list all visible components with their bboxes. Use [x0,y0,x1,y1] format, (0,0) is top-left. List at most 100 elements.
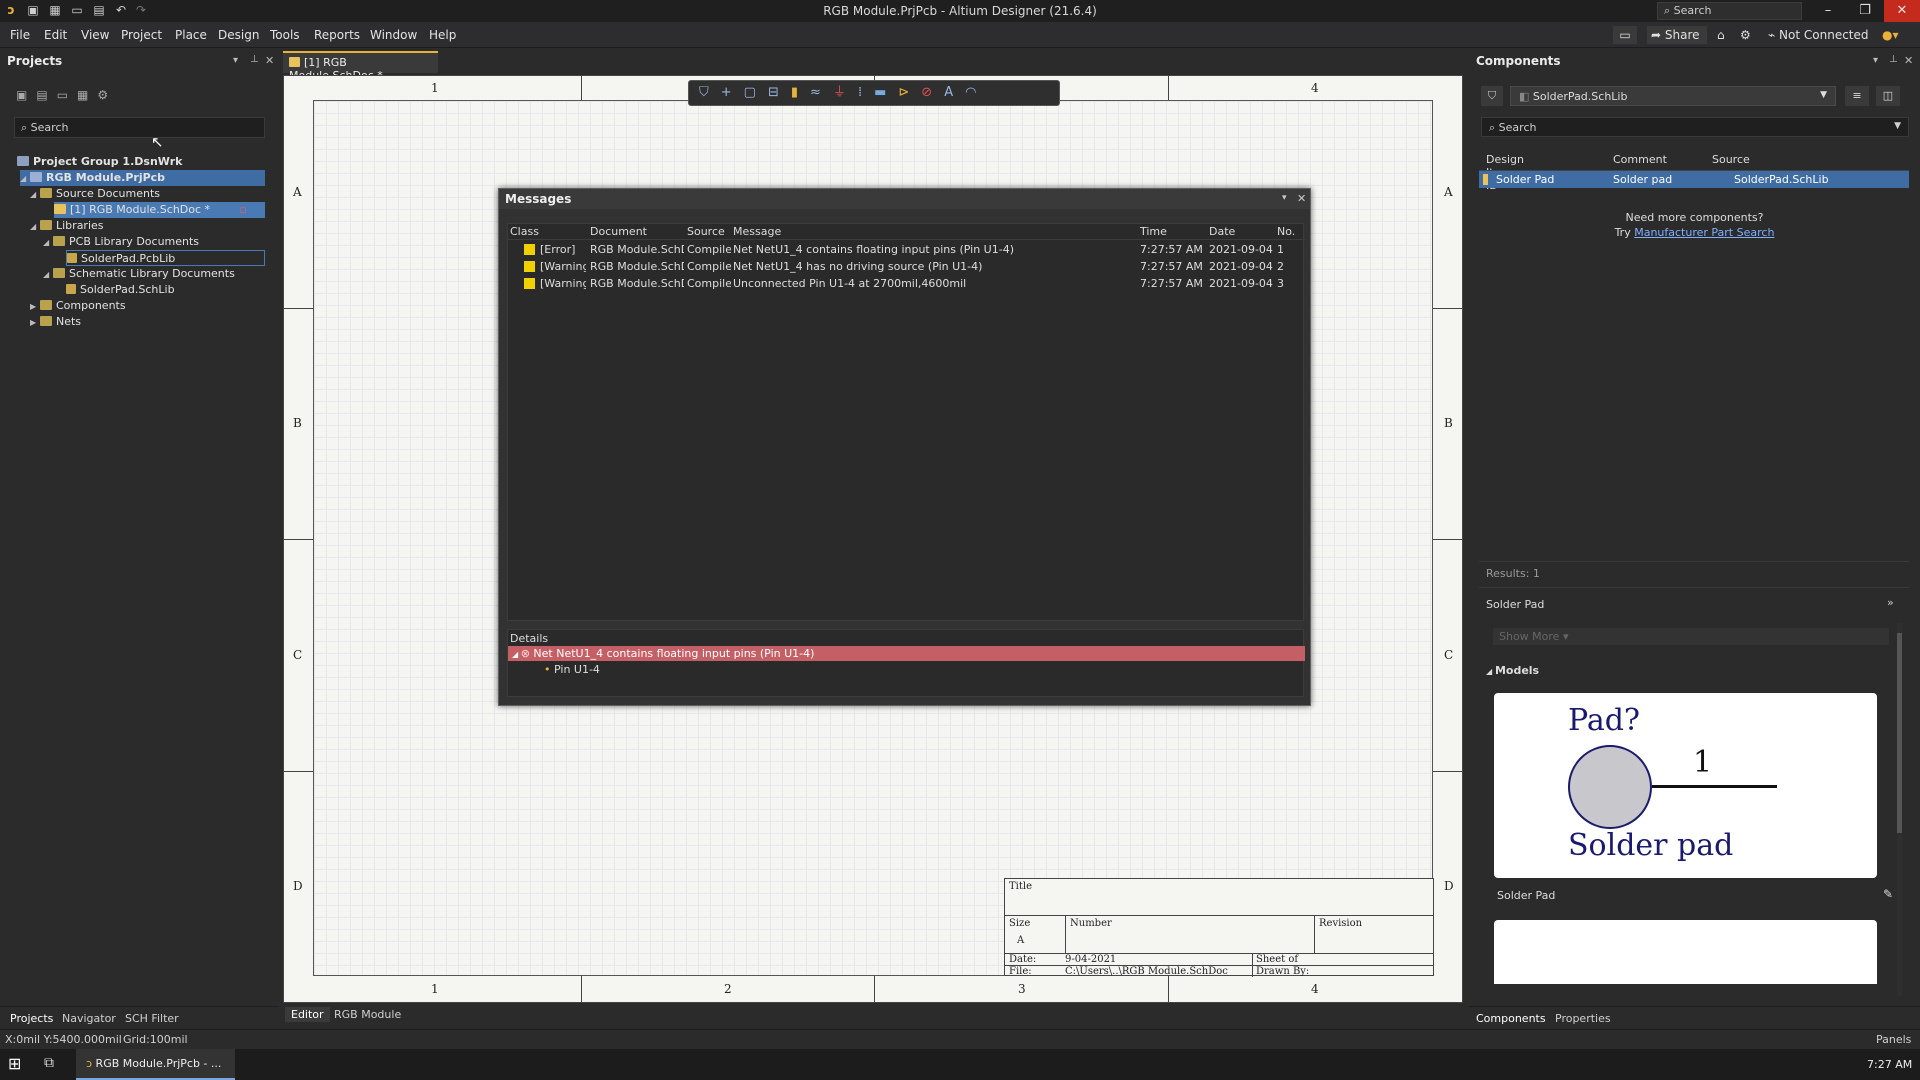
menu-reports[interactable]: Reports [314,28,360,42]
pin-icon[interactable]: ⊥ [250,54,259,65]
menu-window[interactable]: Window [370,28,417,42]
directive-icon[interactable]: ⊘ [921,85,944,100]
collapse-arrow-icon[interactable]: ◢ [30,187,40,203]
detail-error-row[interactable]: ◢ ⊗ Net NetU1_4 contains floating input … [508,646,1305,661]
manufacturer-part-search-link[interactable]: Manufacturer Part Search [1634,226,1774,239]
tab-components[interactable]: Components [1476,1012,1546,1025]
models-section-header[interactable]: ◢ Models [1486,664,1539,677]
filter-button[interactable]: ⛉ [1481,86,1503,106]
pin-icon[interactable]: ⊥ [1889,54,1898,65]
column-header-source[interactable]: Source [687,224,725,240]
menu-view[interactable]: View [81,28,109,42]
arc-icon[interactable]: ◠ [965,85,988,100]
close-project-icon[interactable]: ▦ [77,88,97,102]
column-header-time[interactable]: Time [1140,224,1167,240]
menu-file[interactable]: File [10,28,30,42]
tab-rgb-module[interactable]: RGB Module [334,1008,401,1021]
tree-item-schlib[interactable]: SolderPad.SchLib [66,282,175,298]
collapse-arrow-icon[interactable]: ◢ [30,219,40,235]
harness-icon[interactable]: ▬ [874,85,898,100]
align-icon[interactable]: ⊟ [768,85,791,100]
tab-projects[interactable]: Projects [10,1012,53,1025]
bus-icon[interactable]: ⁞ [858,85,874,100]
panel-menu-icon[interactable]: ▾ [1282,193,1287,203]
menu-help[interactable]: Help [429,28,456,42]
close-button[interactable]: ✕ [1884,0,1920,22]
connection-status[interactable]: ⌁ Not Connected [1768,26,1869,44]
tree-item-pcb-library-documents[interactable]: ◢ PCB Library Documents [43,234,199,250]
tree-item-project-group[interactable]: Project Group 1.DsnWrk [17,154,182,170]
tab-navigator[interactable]: Navigator [62,1012,116,1025]
gnd-port-icon[interactable]: ⏚ [833,85,858,100]
menu-edit[interactable]: Edit [44,28,67,42]
windows-start-icon[interactable]: ⊞ [8,1054,21,1073]
open-folder-icon[interactable]: ▭ [57,88,77,102]
components-search-input[interactable]: ⌕ Search ▼ [1481,117,1909,137]
wire-icon[interactable]: ≈ [810,85,833,100]
panels-button[interactable]: Panels [1876,1033,1911,1046]
collapse-arrow-icon[interactable]: ◢ [43,267,53,283]
component-row[interactable]: Solder Pad Solder pad SolderPad.SchLib [1479,171,1909,188]
share-button[interactable]: ➦ Share [1647,26,1707,44]
tree-item-schdoc[interactable]: [1] RGB Module.SchDoc * ▫ [54,202,265,218]
column-header-class[interactable]: Class [510,224,539,240]
message-row[interactable]: [Error] RGB Module.SchD Compile Net NetU… [508,241,1305,258]
tree-item-components[interactable]: ▶ Components [30,298,126,314]
panel-menu-icon[interactable]: ▾ [1873,55,1878,66]
collapse-arrow-icon[interactable]: ◢ [20,171,30,187]
chat-icon[interactable]: ▭ [1613,26,1637,44]
component-icon[interactable]: ▮ [791,85,810,100]
message-row[interactable]: [Warning RGB Module.SchD Compile Unconne… [508,275,1305,292]
column-header-comment[interactable]: Comment [1613,153,1667,166]
menu-design[interactable]: Design [218,28,259,42]
tree-item-schematic-library-documents[interactable]: ◢ Schematic Library Documents [43,266,235,282]
gear-icon[interactable]: ⚙ [1740,26,1751,44]
collapse-arrow-icon[interactable]: ◢ [512,650,521,659]
projects-search-input[interactable]: ⌕ Search [14,117,265,138]
menu-project[interactable]: Project [121,28,162,42]
home-icon[interactable]: ⌂ [1717,26,1725,44]
detail-child-row[interactable]: • Pin U1-4 [544,662,600,677]
tree-item-source-documents[interactable]: ◢ Source Documents [30,186,160,202]
list-view-button[interactable]: ≡ [1845,86,1869,106]
column-header-no[interactable]: No. [1277,224,1295,240]
column-header-document[interactable]: Document [590,224,647,240]
edit-icon[interactable]: ✎ [1883,887,1893,901]
task-view-icon[interactable]: ⧉ [44,1055,54,1071]
column-header-message[interactable]: Message [733,224,781,240]
menu-place[interactable]: Place [175,28,207,42]
scrollbar-thumb[interactable] [1897,633,1902,833]
scrollbar-track[interactable] [1897,623,1902,996]
collapse-double-icon[interactable]: » [1887,596,1894,609]
expand-arrow-icon[interactable]: ▶ [30,315,40,331]
expand-arrow-icon[interactable]: ▶ [30,299,40,315]
tab-editor[interactable]: Editor [285,1007,330,1022]
tab-sch-filter[interactable]: SCH Filter [125,1012,179,1025]
column-header-source[interactable]: Source [1712,153,1750,166]
message-row[interactable]: [Warning RGB Module.SchD Compile Net Net… [508,258,1305,275]
crosshair-icon[interactable]: + [721,85,744,100]
tree-item-libraries[interactable]: ◢ Libraries [30,218,104,234]
global-search[interactable]: ⌕ Search [1657,2,1802,20]
detail-view-button[interactable]: ◫ [1876,86,1900,106]
user-avatar-icon[interactable]: ●▾ [1882,26,1899,44]
restore-button[interactable]: ❐ [1847,0,1883,22]
new-document-icon[interactable]: ▤ [36,88,56,102]
panel-close-icon[interactable]: ✕ [265,54,274,67]
select-rect-icon[interactable]: ▢ [744,85,768,100]
panel-close-icon[interactable]: ✕ [1904,54,1913,67]
panel-menu-icon[interactable]: ▾ [233,55,238,66]
tree-item-pcblib[interactable]: SolderPad.PcbLib [66,250,265,266]
show-more-button[interactable]: Show More ▾ [1493,628,1889,645]
taskbar-app-altium[interactable]: ↄ RGB Module.PrjPcb - ... [76,1049,235,1080]
filter-icon[interactable]: ⛉ [699,85,721,100]
port-icon[interactable]: ⊳ [898,85,921,100]
panel-close-icon[interactable]: ✕ [1297,192,1306,205]
library-select[interactable]: ◧ SolderPad.SchLib ▼ [1510,86,1836,106]
document-tab[interactable]: [1] RGB Module.SchDoc * [283,51,438,82]
tab-properties[interactable]: Properties [1555,1012,1611,1025]
minimize-button[interactable]: – [1810,0,1846,22]
messages-panel[interactable]: Messages ▾ ✕ Class Document Source Messa… [498,188,1311,706]
tree-item-rgb-project[interactable]: ◢ RGB Module.PrjPcb [20,170,265,186]
collapse-arrow-icon[interactable]: ◢ [43,235,53,251]
